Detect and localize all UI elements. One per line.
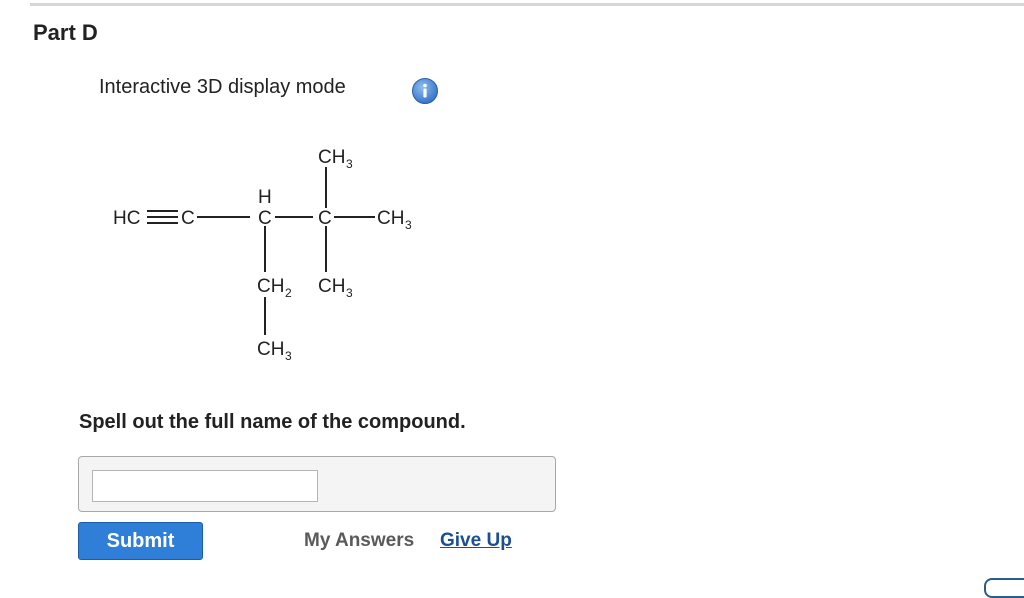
sub-ch3-right: 3	[405, 218, 412, 232]
corner-button[interactable]	[984, 578, 1024, 598]
top-divider	[30, 3, 1024, 6]
sub-ch3-top: 3	[346, 157, 353, 171]
atom-h: H	[258, 187, 272, 208]
display-mode-label: Interactive 3D display mode	[99, 76, 346, 98]
atom-ch3-right: CH	[377, 208, 404, 229]
atom-hc: HC	[113, 208, 140, 229]
atom-ch3-top: CH	[318, 147, 345, 168]
atom-alkyne-c: C	[181, 208, 195, 229]
chemical-structure: HC C H C C CH 3 CH 3 CH 3 CH 2 CH 3	[113, 147, 412, 363]
give-up-link[interactable]: Give Up	[440, 530, 512, 552]
sub-ch2: 2	[285, 286, 292, 300]
atom-chiral-c: C	[258, 208, 272, 229]
answer-input[interactable]	[92, 470, 318, 502]
atom-ch3-ethyl: CH	[257, 339, 284, 360]
atom-ch2: CH	[257, 276, 284, 297]
question-prompt: Spell out the full name of the compound.	[79, 411, 466, 433]
sub-ch3-ethyl: 3	[285, 349, 292, 363]
atom-quat-c: C	[318, 208, 332, 229]
part-title: Part D	[33, 20, 98, 45]
info-icon[interactable]	[411, 77, 439, 105]
sub-ch3-bottom: 3	[346, 286, 353, 300]
my-answers-label: My Answers	[304, 530, 415, 551]
submit-button[interactable]: Submit	[78, 522, 203, 560]
answer-container	[78, 456, 556, 512]
atom-ch3-bottom: CH	[318, 276, 345, 297]
